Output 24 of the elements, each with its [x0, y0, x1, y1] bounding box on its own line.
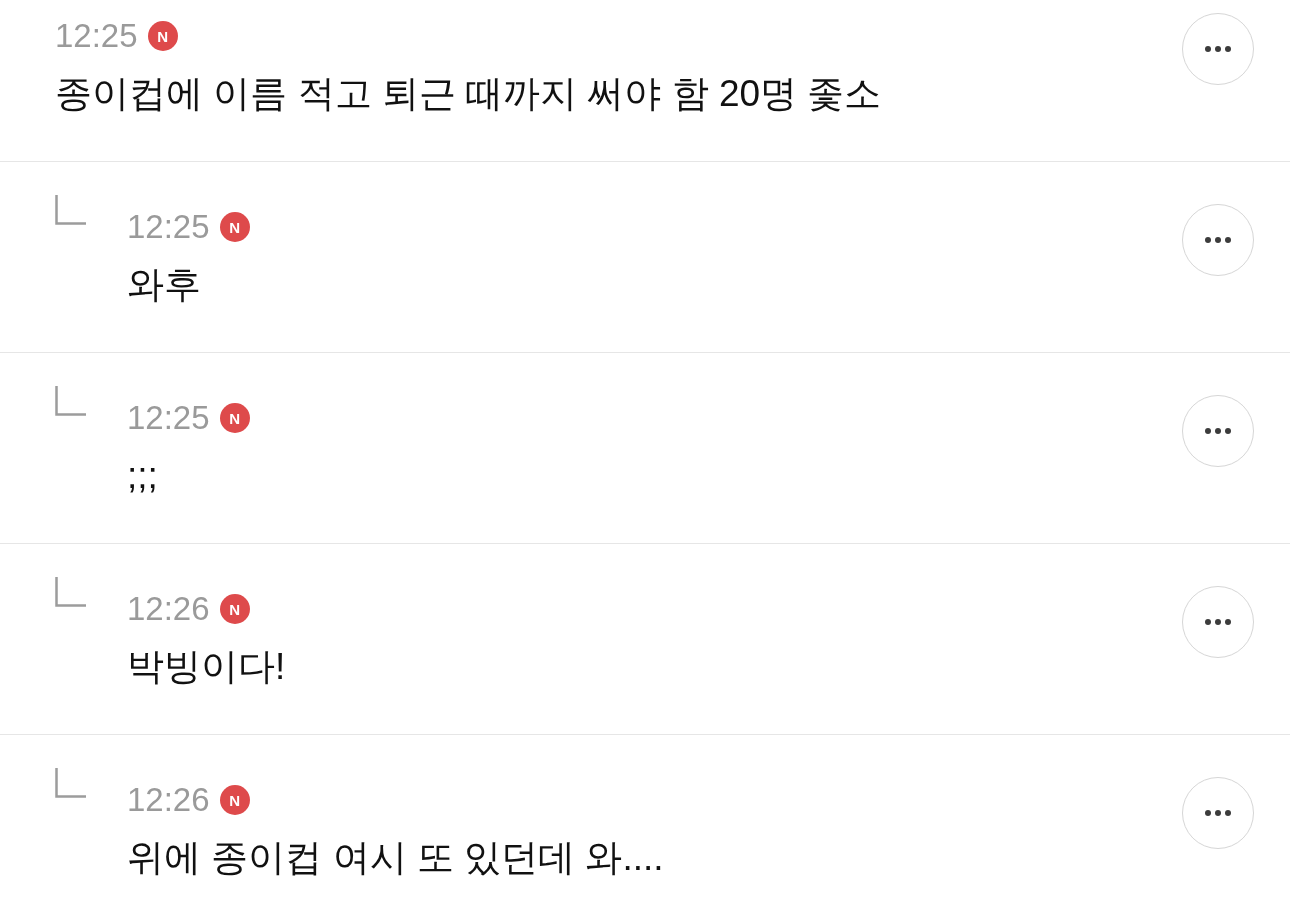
- reply-corner-icon: [55, 768, 86, 798]
- comment-time: 12:26: [127, 780, 210, 820]
- comment-time: 12:25: [127, 398, 210, 438]
- more-icon: [1205, 619, 1231, 625]
- reply-corner-icon: [55, 577, 86, 607]
- comment-time: 12:25: [127, 207, 210, 247]
- comment-time: 12:26: [127, 589, 210, 629]
- more-icon: [1205, 46, 1231, 52]
- comment-text: 와후: [127, 263, 202, 307]
- comment-text: 종이컵에 이름 적고 퇴근 때까지 써야 함 20명 좇소: [55, 72, 883, 116]
- comment-time: 12:25: [55, 16, 138, 56]
- new-badge: N: [147, 21, 178, 51]
- comment-text: 위에 종이컵 여시 또 있던데 와....: [127, 836, 665, 880]
- new-badge: N: [219, 212, 250, 242]
- more-icon: [1205, 810, 1231, 816]
- reply-corner-icon: [55, 195, 86, 225]
- new-badge: N: [219, 403, 250, 433]
- comment-text: 박빙이다!: [127, 645, 287, 689]
- new-badge: N: [219, 594, 250, 624]
- new-badge: N: [219, 785, 250, 815]
- more-icon: [1205, 237, 1231, 243]
- comment-text: ;;;: [127, 454, 159, 498]
- reply-corner-icon: [55, 386, 86, 416]
- more-icon: [1205, 428, 1231, 434]
